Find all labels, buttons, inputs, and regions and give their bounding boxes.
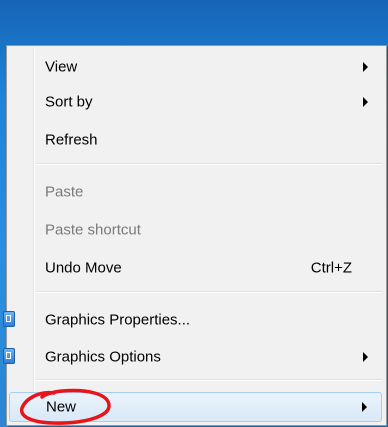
- menu-item-shortcut: Ctrl+Z: [310, 259, 352, 277]
- menu-item-label: Sort by: [45, 93, 93, 111]
- menu-item-label: Undo Move: [45, 259, 122, 277]
- menu-item-paste-shortcut: Paste shortcut: [9, 215, 382, 245]
- menu-item-new[interactable]: New: [9, 392, 382, 422]
- desktop-context-menu: View Sort by Refresh Paste Paste shortcu…: [3, 45, 387, 426]
- menu-item-view[interactable]: View: [9, 52, 382, 82]
- submenu-arrow-icon: [363, 97, 368, 107]
- menu-item-graphics-options[interactable]: Graphics Options: [3, 342, 382, 372]
- menu-item-label: New: [46, 398, 77, 416]
- menu-item-refresh[interactable]: Refresh: [9, 125, 382, 155]
- menu-separator: [37, 379, 382, 381]
- menu-item-label: Paste shortcut: [45, 221, 141, 239]
- menu-separator: [37, 163, 382, 165]
- menu-item-label: Graphics Properties...: [45, 311, 191, 329]
- menu-item-paste: Paste: [9, 177, 382, 207]
- menu-separator: [37, 291, 382, 293]
- submenu-arrow-icon: [362, 402, 367, 412]
- menu-item-graphics-properties[interactable]: Graphics Properties...: [3, 305, 382, 335]
- menu-item-sort-by[interactable]: Sort by: [9, 87, 382, 117]
- submenu-arrow-icon: [363, 352, 368, 362]
- graphics-icon: [3, 348, 15, 364]
- menu-item-label: Paste: [45, 183, 84, 201]
- menu-item-label: Graphics Options: [45, 348, 161, 366]
- menu-item-undo-move[interactable]: Undo Move Ctrl+Z: [9, 253, 382, 283]
- submenu-arrow-icon: [363, 62, 368, 72]
- menu-item-label: View: [45, 58, 78, 76]
- menu-item-label: Refresh: [45, 131, 98, 149]
- graphics-icon: [3, 311, 15, 327]
